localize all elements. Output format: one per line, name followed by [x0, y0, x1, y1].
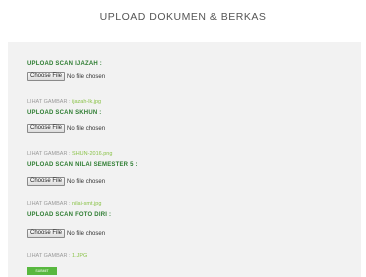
- view-image-label: LIHAT GAMBAR: [27, 99, 68, 105]
- page-title: UPLOAD DOKUMEN & BERKAS: [99, 11, 267, 23]
- file-status-skhun: No file chosen: [67, 125, 106, 132]
- file-input-foto-diri[interactable]: Choose File No file chosen: [27, 229, 105, 238]
- view-image-link-foto-diri[interactable]: 1.JPG: [72, 253, 87, 259]
- view-image-label: LIHAT GAMBAR: [27, 253, 68, 259]
- view-image-label: LIHAT GAMBAR: [27, 151, 68, 157]
- file-status-foto-diri: No file chosen: [67, 230, 106, 237]
- choose-file-button-ijazah[interactable]: Choose File: [27, 72, 66, 81]
- choose-file-button-foto-diri[interactable]: Choose File: [27, 229, 66, 238]
- view-image-row-foto-diri: LIHAT GAMBAR : 1.JPG: [27, 253, 87, 259]
- section-title-foto-diri: UPLOAD SCAN FOTO DIRI :: [27, 212, 112, 218]
- choose-file-button-skhun[interactable]: Choose File: [27, 124, 66, 133]
- file-input-skhun[interactable]: Choose File No file chosen: [27, 124, 105, 133]
- choose-file-button-nilai-semester[interactable]: Choose File: [27, 177, 66, 186]
- page: UPLOAD DOKUMEN & BERKAS UPLOAD SCAN IJAZ…: [0, 0, 366, 277]
- view-image-row-ijazah: LIHAT GAMBAR : ijazah-lk.jpg: [27, 99, 101, 105]
- view-image-row-nilai-semester: LIHAT GAMBAR : nilai-smt.jpg: [27, 201, 101, 207]
- view-image-row-skhun: LIHAT GAMBAR : SHUN-2016.png: [27, 151, 112, 157]
- file-status-ijazah: No file chosen: [67, 73, 106, 80]
- upload-form-panel: UPLOAD SCAN IJAZAH : Choose File No file…: [8, 42, 361, 277]
- file-input-nilai-semester[interactable]: Choose File No file chosen: [27, 177, 105, 186]
- section-title-skhun: UPLOAD SCAN SKHUN :: [27, 110, 102, 116]
- section-title-ijazah: UPLOAD SCAN IJAZAH :: [27, 61, 103, 67]
- section-title-nilai-semester: UPLOAD SCAN NILAI SEMESTER 5 :: [27, 162, 138, 168]
- view-image-link-ijazah[interactable]: ijazah-lk.jpg: [72, 99, 101, 105]
- view-image-label: LIHAT GAMBAR: [27, 201, 68, 207]
- file-input-ijazah[interactable]: Choose File No file chosen: [27, 72, 105, 81]
- file-status-nilai-semester: No file chosen: [67, 178, 106, 185]
- view-image-link-nilai-semester[interactable]: nilai-smt.jpg: [72, 201, 101, 207]
- view-image-link-skhun[interactable]: SHUN-2016.png: [72, 151, 112, 157]
- submit-button[interactable]: SUBMIT: [27, 267, 57, 275]
